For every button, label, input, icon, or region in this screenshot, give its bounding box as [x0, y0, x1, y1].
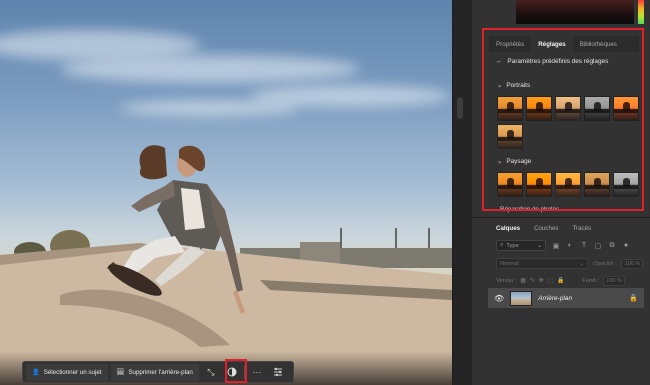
eye-icon[interactable]: 👁: [494, 294, 504, 303]
scrollbar-thumb[interactable]: [457, 97, 463, 119]
tab-layers[interactable]: Calques: [489, 221, 528, 235]
contextual-task-bar: 👤 Sélectionner un sujet 🖼 Supprimer l'ar…: [22, 361, 294, 383]
type-filter-icon[interactable]: T: [580, 242, 588, 250]
highlight-box-adjustment-button: [225, 359, 247, 383]
blend-mode-select[interactable]: Normal ⌄: [496, 258, 588, 269]
layer-name[interactable]: Arrière-plan: [538, 295, 623, 302]
more-options-button[interactable]: ···: [248, 364, 266, 381]
tab-paths[interactable]: Tracés: [566, 221, 599, 235]
lock-icon[interactable]: 🔒: [629, 294, 638, 302]
layer-thumbnail: [510, 290, 533, 306]
chevron-down-icon: ⌄: [579, 260, 584, 267]
filter-toggle-icon[interactable]: ●: [622, 242, 630, 250]
sky-cloud: [60, 55, 360, 83]
smart-object-filter-icon[interactable]: ⧉: [608, 242, 616, 250]
select-subject-button[interactable]: 👤 Sélectionner un sujet: [26, 363, 108, 381]
panel-gutter: [452, 0, 472, 385]
document-canvas[interactable]: [0, 0, 452, 385]
tab-channels[interactable]: Couches: [527, 221, 565, 235]
settings-sliders-icon[interactable]: [269, 364, 287, 381]
sky-cloud: [120, 100, 300, 116]
blend-mode-value: Normal: [500, 260, 519, 267]
person-icon: 👤: [32, 369, 40, 376]
layer-filter-row: ⌕ Type ⌄ ▣ ◐ T ▢ ⧉ ●: [496, 240, 630, 251]
search-icon: ⌕: [500, 242, 504, 248]
adjustment-filter-icon[interactable]: ◐: [566, 242, 574, 250]
layer-kind-filter[interactable]: ⌕ Type ⌄: [496, 240, 546, 251]
opacity-field[interactable]: 100 %: [621, 258, 644, 269]
layers-panel-tabs: Calques Couches Tracés: [489, 221, 639, 235]
lock-brush-icon[interactable]: ✎: [530, 278, 535, 284]
skater-figure: [107, 145, 245, 314]
lock-fill-row: Verrou : ▦ ✎ ✥ ⬚ 🔒 Fond : 100 %: [496, 276, 625, 286]
remove-background-label: Supprimer l'arrière-plan: [128, 368, 193, 376]
shape-filter-icon[interactable]: ▢: [594, 242, 602, 250]
image-icon: 🖼: [116, 369, 125, 376]
lock-position-icon[interactable]: ✥: [539, 278, 544, 284]
select-subject-label: Sélectionner un sujet: [43, 368, 102, 376]
layer-row-background[interactable]: 👁 Arrière-plan 🔒: [488, 288, 644, 308]
fill-label: Fond :: [582, 278, 599, 284]
chevron-down-icon: ⌄: [537, 242, 542, 249]
lock-all-icon[interactable]: 🔒: [557, 278, 564, 284]
highlight-box-adjustments-panel: [482, 28, 644, 211]
lock-artboard-icon[interactable]: ⬚: [548, 278, 553, 284]
transform-icon[interactable]: ⤡: [202, 364, 220, 381]
kind-filter-text: Type: [506, 242, 519, 249]
color-picker-field[interactable]: [516, 0, 634, 24]
opacity-label: Opacité :: [593, 260, 617, 267]
fill-field[interactable]: 100 %: [602, 276, 625, 286]
lock-transparent-icon[interactable]: ▦: [520, 278, 525, 284]
lock-label: Verrou :: [496, 278, 517, 284]
blend-opacity-row: Normal ⌄ Opacité : 100 %: [496, 258, 644, 269]
remove-background-button[interactable]: 🖼 Supprimer l'arrière-plan: [110, 363, 199, 381]
hue-slider[interactable]: [638, 0, 644, 24]
pixel-filter-icon[interactable]: ▣: [552, 242, 560, 250]
